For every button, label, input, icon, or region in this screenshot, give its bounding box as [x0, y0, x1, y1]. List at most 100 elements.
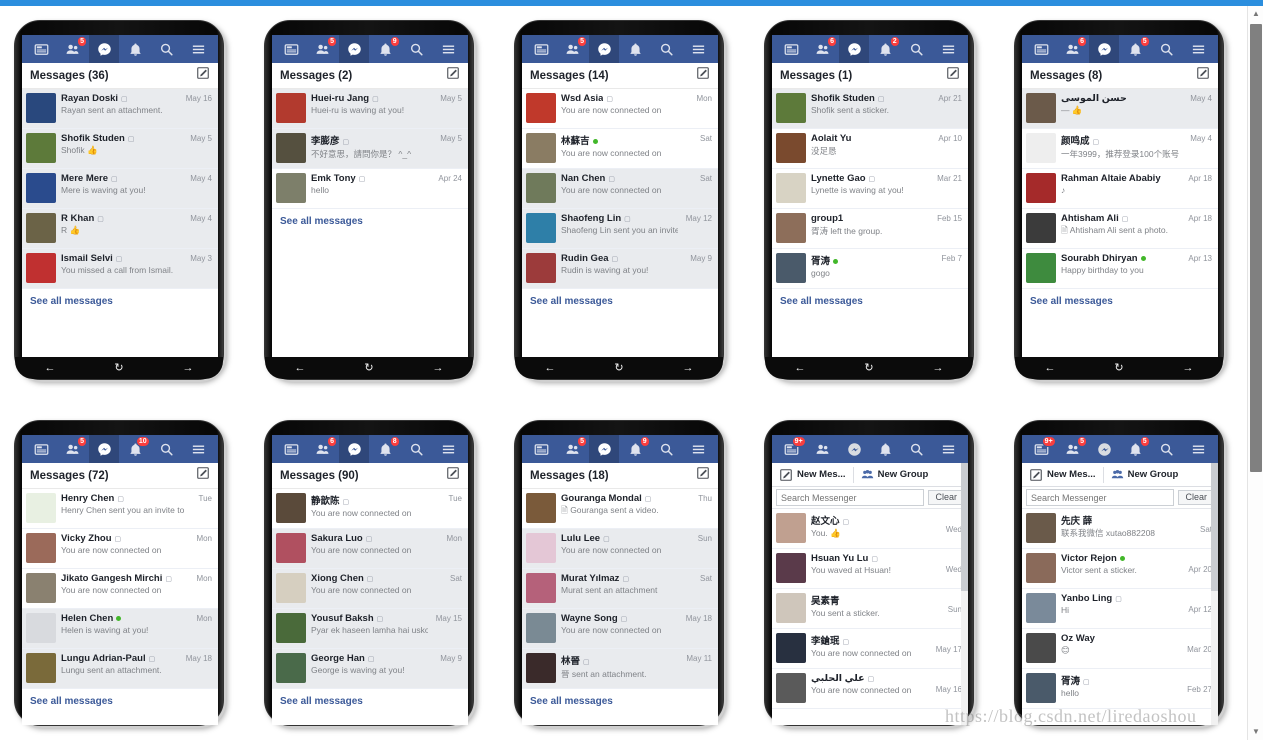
see-all-messages-link[interactable]: See all messages — [522, 689, 718, 714]
search-input[interactable] — [776, 489, 925, 506]
conversation-row[interactable]: 静歆陈 ▢ You are now connected on Tue — [272, 489, 468, 529]
nav-search-button[interactable] — [402, 35, 432, 63]
forward-button-icon[interactable]: → — [933, 362, 944, 374]
nav-notifications-button[interactable] — [871, 435, 901, 463]
conversation-row[interactable]: علي الحلبي ▢ You are now connected on May 1… — [772, 669, 968, 709]
conversation-row[interactable]: Ismail Selvi ▢ You missed a call from Isma… — [22, 249, 218, 289]
nav-search-button[interactable] — [1152, 35, 1182, 63]
conversation-row[interactable]: Sourabh Dhiryan Happy birthday to you Apr … — [1022, 249, 1218, 289]
refresh-button-icon[interactable]: ↻ — [364, 362, 373, 374]
nav-notifications-button[interactable] — [621, 35, 651, 63]
nav-feed-button[interactable] — [27, 435, 57, 463]
conversation-row[interactable]: 赵文心 ▢ You. 👍 Wed — [772, 509, 968, 549]
compose-message-icon[interactable] — [446, 66, 460, 85]
nav-menu-button[interactable] — [933, 35, 963, 63]
nav-notifications-button[interactable] — [121, 35, 151, 63]
nav-feed-button[interactable]: 9+ — [777, 435, 807, 463]
see-all-messages-link[interactable]: See all messages — [1022, 289, 1218, 314]
conversation-row[interactable]: Helen Chen Helen is waving at you! Mon — [22, 609, 218, 649]
nav-feed-button[interactable] — [277, 35, 307, 63]
conversation-row[interactable]: Wsd Asia ▢ You are now connected on Mon — [522, 89, 718, 129]
nav-menu-button[interactable] — [183, 435, 213, 463]
nav-feed-button[interactable] — [527, 35, 557, 63]
nav-friends-button[interactable]: 5 — [308, 35, 338, 63]
nav-notifications-button[interactable]: 9 — [621, 435, 651, 463]
scrollbar-thumb[interactable] — [1250, 24, 1262, 472]
conversation-row[interactable]: 先庆 薛联系我微信 xutao882208 Sat — [1022, 509, 1218, 549]
conversation-row[interactable]: George Han ▢ George is waving at you! May 9 — [272, 649, 468, 689]
compose-message-icon[interactable] — [946, 66, 960, 85]
nav-messenger-button[interactable] — [339, 435, 370, 463]
conversation-row[interactable]: Xiong Chen ▢ You are now connected on Sat — [272, 569, 468, 609]
conversation-row[interactable]: Yanbo Ling ▢ Hi Apr 12 — [1022, 589, 1218, 629]
messenger-inner-scrollbar[interactable] — [1211, 463, 1218, 725]
conversation-row[interactable]: Emk Tony ▢ hello Apr 24 — [272, 169, 468, 209]
nav-search-button[interactable] — [402, 435, 432, 463]
refresh-button-icon[interactable]: ↻ — [114, 362, 123, 374]
see-all-messages-link[interactable]: See all messages — [522, 289, 718, 314]
nav-menu-button[interactable] — [433, 435, 463, 463]
conversation-row[interactable]: Rahman Altaie Ababiy ♪ Apr 18 — [1022, 169, 1218, 209]
conversation-row[interactable]: Victor Rejon Victor sent a sticker. Apr 20 — [1022, 549, 1218, 589]
back-button-icon[interactable]: ← — [1044, 362, 1055, 374]
compose-message-icon[interactable] — [696, 466, 710, 485]
conversation-row[interactable]: Shofik Studen ▢ Shofik sent a sticker. Apr … — [772, 89, 968, 129]
nav-feed-button[interactable] — [777, 35, 807, 63]
conversation-row[interactable]: Huei-ru Jang ▢ Huei-ru is waving at you! Ma… — [272, 89, 468, 129]
nav-search-button[interactable] — [152, 435, 182, 463]
conversation-row[interactable]: 林蘇吉 You are now connected on Sat — [522, 129, 718, 169]
forward-button-icon[interactable]: → — [683, 362, 694, 374]
conversation-row[interactable]: 李鎗珉 ▢ You are now connected on May 17 — [772, 629, 968, 669]
conversation-row[interactable]: Gouranga Mondal ▢ 🗎 Gouranga sent a video.… — [522, 489, 718, 529]
compose-message-icon[interactable] — [1196, 66, 1210, 85]
nav-menu-button[interactable] — [933, 435, 963, 463]
conversation-row[interactable]: Shaofeng Lin ▢ Shaofeng Lin sent you an in… — [522, 209, 718, 249]
conversation-row[interactable]: 吴素青 You sent a sticker. Sun — [772, 589, 968, 629]
conversation-row[interactable]: Henry Chen ▢ Henry Chen sent you an invite… — [22, 489, 218, 529]
conversation-row[interactable]: Wayne Song ▢ You are now connected on May 1… — [522, 609, 718, 649]
conversation-row[interactable]: Yousuf Baksh ▢ Pyar ek haseen lamha hai us… — [272, 609, 468, 649]
new-group-button[interactable]: New Group — [1104, 463, 1186, 487]
new-message-button[interactable]: New Mes... — [1022, 463, 1103, 487]
forward-button-icon[interactable]: → — [1183, 362, 1194, 374]
conversation-row[interactable]: 胥涛 ▢ hello Feb 27 — [1022, 669, 1218, 709]
conversation-row[interactable]: Vicky Zhou ▢ You are now connected on Mon — [22, 529, 218, 569]
nav-notifications-button[interactable]: 10 — [121, 435, 151, 463]
compose-message-icon[interactable] — [696, 66, 710, 85]
nav-messenger-button[interactable] — [1089, 35, 1120, 63]
nav-search-button[interactable] — [902, 35, 932, 63]
conversation-row[interactable]: Murat Yılmaz ▢ Murat sent an attachment Sat — [522, 569, 718, 609]
nav-menu-button[interactable] — [1183, 35, 1213, 63]
nav-notifications-button[interactable]: 5 — [1121, 435, 1151, 463]
conversation-row[interactable]: حسن الموسى — 👍 May 4 — [1022, 89, 1218, 129]
nav-messenger-button[interactable] — [589, 435, 620, 463]
see-all-messages-link[interactable]: See all messages — [772, 289, 968, 314]
conversation-row[interactable]: Rudin Gea ▢ Rudin is waving at you! May 9 — [522, 249, 718, 289]
back-button-icon[interactable]: ← — [794, 362, 805, 374]
nav-notifications-button[interactable]: 8 — [371, 435, 401, 463]
conversation-row[interactable]: Aolait Yu 没足恳 Apr 10 — [772, 129, 968, 169]
nav-friends-button[interactable]: 5 — [58, 435, 88, 463]
nav-menu-button[interactable] — [683, 35, 713, 63]
nav-notifications-button[interactable]: 5 — [1121, 35, 1151, 63]
conversation-row[interactable]: 胥涛 gogo Feb 7 — [772, 249, 968, 289]
conversation-row[interactable]: Rayan Doski ▢ Rayan sent an attachment. May… — [22, 89, 218, 129]
nav-messenger-button[interactable] — [839, 435, 869, 463]
nav-menu-button[interactable] — [683, 435, 713, 463]
nav-friends-button[interactable]: 6 — [808, 35, 838, 63]
forward-button-icon[interactable]: → — [433, 362, 444, 374]
nav-friends-button[interactable]: 5 — [58, 35, 88, 63]
refresh-button-icon[interactable]: ↻ — [864, 362, 873, 374]
compose-message-icon[interactable] — [196, 66, 210, 85]
clear-button[interactable]: Clear — [928, 490, 964, 505]
see-all-messages-link[interactable]: See all messages — [22, 689, 218, 714]
conversation-row[interactable]: Lulu Lee ▢ You are now connected on Sun — [522, 529, 718, 569]
nav-menu-button[interactable] — [433, 35, 463, 63]
conversation-row[interactable]: Shofik Studen ▢ Shofik 👍 May 5 — [22, 129, 218, 169]
compose-message-icon[interactable] — [446, 466, 460, 485]
conversation-row[interactable]: Jikato Gangesh Mirchi ▢ You are now connec… — [22, 569, 218, 609]
compose-message-icon[interactable] — [196, 466, 210, 485]
see-all-messages-link[interactable]: See all messages — [272, 689, 468, 714]
back-button-icon[interactable]: ← — [44, 362, 55, 374]
nav-friends-button[interactable]: 6 — [1058, 35, 1088, 63]
